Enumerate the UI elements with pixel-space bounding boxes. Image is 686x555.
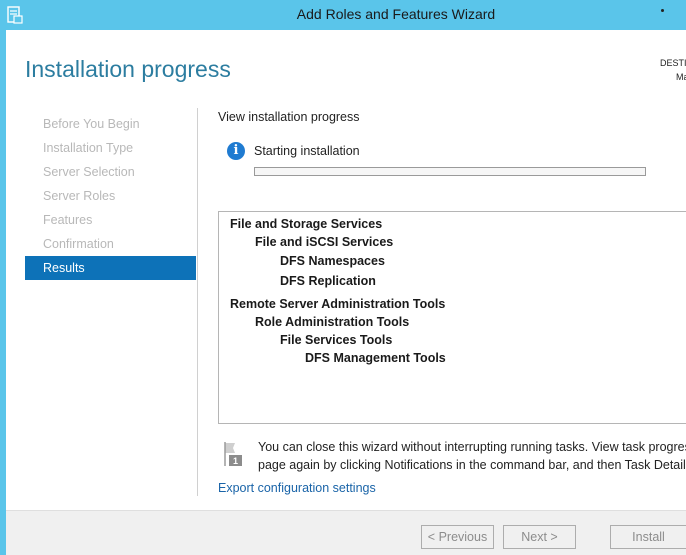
features-results-list: File and Storage Services File and iSCSI… (218, 211, 686, 424)
note-line-1: You can close this wizard without interr… (258, 440, 686, 454)
title-bar-dot (661, 9, 664, 12)
wizard-window: Add Roles and Features Wizard Installati… (0, 0, 686, 555)
next-button[interactable]: Next > (503, 525, 576, 549)
section-label: View installation progress (218, 110, 360, 124)
notification-badge: 1 (233, 456, 238, 466)
status-text: Starting installation (254, 144, 360, 158)
export-configuration-link[interactable]: Export configuration settings (218, 481, 376, 495)
title-bar: Add Roles and Features Wizard (0, 0, 686, 30)
nav-item-installation-type: Installation Type (43, 141, 134, 155)
nav-item-server-selection: Server Selection (43, 165, 135, 179)
nav-item-results[interactable]: Results (25, 256, 196, 280)
install-button[interactable]: Install (610, 525, 686, 549)
feature-item-file-services-tools: File Services Tools (280, 333, 393, 347)
nav-divider (197, 108, 198, 496)
window-title: Add Roles and Features Wizard (296, 6, 496, 22)
feature-item-dfs-management-tools: DFS Management Tools (305, 351, 446, 365)
previous-button[interactable]: < Previous (421, 525, 494, 549)
destination-label: DESTI (660, 58, 686, 68)
feature-item-rsat: Remote Server Administration Tools (230, 297, 446, 311)
close-wizard-note: You can close this wizard without interr… (258, 438, 686, 474)
note-line-2: page again by clicking Notifications in … (258, 458, 686, 472)
wizard-footer: < Previous Next > Install (6, 510, 686, 555)
nav-item-server-roles: Server Roles (43, 189, 116, 203)
nav-item-features: Features (43, 213, 93, 227)
nav-item-before-you-begin: Before You Begin (43, 117, 140, 131)
feature-item-file-storage-services: File and Storage Services (230, 217, 383, 231)
nav-item-confirmation: Confirmation (43, 237, 114, 251)
wizard-content: Installation progress DESTI Ma Before Yo… (6, 30, 686, 510)
feature-item-file-iscsi-services: File and iSCSI Services (255, 235, 394, 249)
page-title: Installation progress (25, 56, 231, 82)
destination-value: Ma (676, 72, 686, 82)
feature-item-role-admin-tools: Role Administration Tools (255, 315, 410, 329)
info-icon: i (227, 142, 245, 160)
installation-progress-bar (254, 167, 646, 176)
wizard-step-nav: Before You Begin Installation Type Serve… (25, 112, 196, 280)
feature-item-dfs-namespaces: DFS Namespaces (280, 254, 385, 268)
destination-server: DESTI Ma (660, 56, 686, 84)
notification-flag-icon: 1 (224, 442, 242, 466)
feature-item-dfs-replication: DFS Replication (280, 274, 376, 288)
